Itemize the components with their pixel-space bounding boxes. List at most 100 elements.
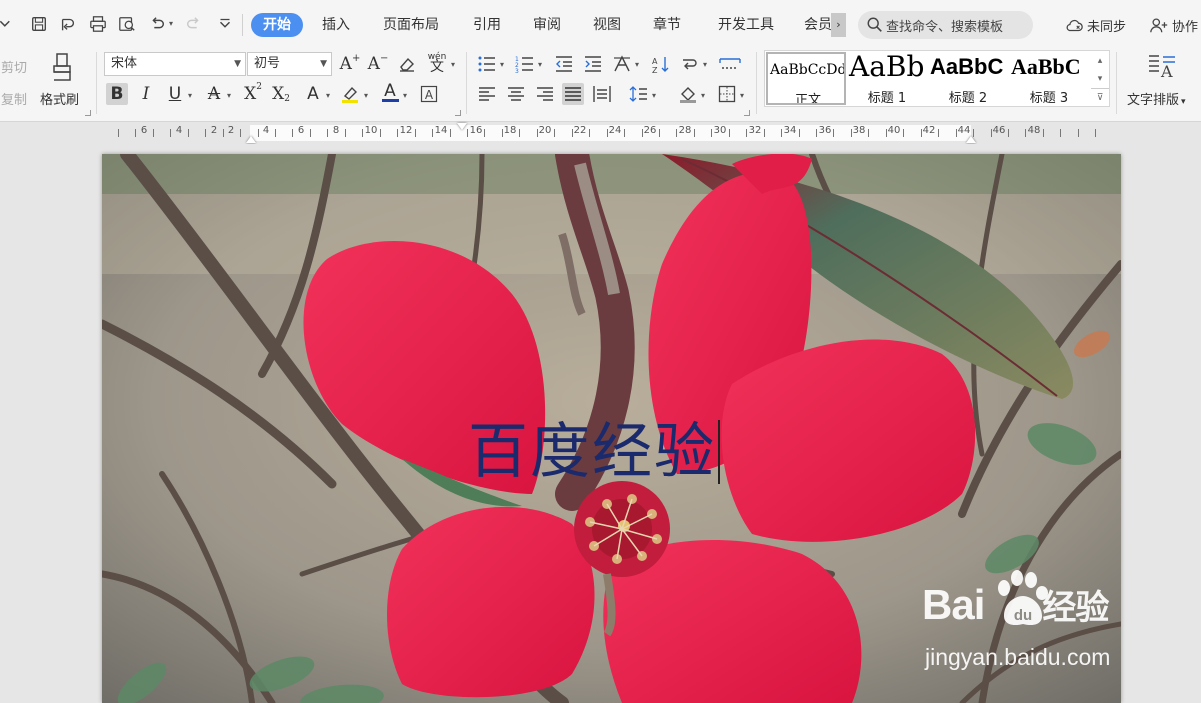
gallery-up-icon[interactable]: ▴: [1091, 52, 1109, 70]
gallery-down-icon[interactable]: ▾: [1091, 70, 1109, 88]
document-page[interactable]: 百度经验 du Bai 经验 jingyan.baidu.com: [102, 154, 1121, 703]
more-tabs-arrow-icon[interactable]: ›: [831, 13, 846, 37]
text-layout-button[interactable]: 文字排版 ▾: [1127, 89, 1186, 108]
superscript-icon[interactable]: X2: [242, 82, 264, 105]
bold-icon[interactable]: B: [106, 83, 128, 105]
tab-home[interactable]: 开始: [251, 13, 303, 37]
chevron-down-icon[interactable]: ▾: [403, 91, 407, 100]
chevron-down-icon[interactable]: ▾: [740, 91, 744, 100]
style-heading-2[interactable]: AaBbC 标题 2: [928, 52, 1008, 105]
borders-icon[interactable]: [716, 83, 738, 105]
tab-review[interactable]: 审阅: [527, 13, 567, 37]
tab-view[interactable]: 视图: [587, 13, 627, 37]
grow-font-icon[interactable]: A +: [339, 53, 361, 75]
subscript-icon[interactable]: X2: [270, 83, 292, 105]
print-icon[interactable]: [87, 12, 109, 36]
ruler-tick: [921, 129, 922, 137]
font-dialog-launcher[interactable]: [455, 110, 461, 116]
align-right-icon[interactable]: [534, 83, 556, 105]
text-direction-icon[interactable]: [611, 53, 633, 75]
tab-insert[interactable]: 插入: [316, 13, 356, 37]
right-indent-marker[interactable]: [966, 136, 976, 143]
tab-references[interactable]: 引用: [467, 13, 507, 37]
tab-developer[interactable]: 开发工具: [711, 13, 781, 37]
customize-icon[interactable]: [214, 12, 236, 36]
align-center-icon[interactable]: [505, 83, 527, 105]
ruler-tick: [240, 129, 241, 137]
chevron-down-icon[interactable]: ▾: [451, 60, 455, 69]
style-preview: AaBbCcDd: [770, 62, 846, 78]
underline-icon[interactable]: U: [164, 83, 186, 105]
format-painter-icon[interactable]: [49, 52, 75, 82]
chevron-down-icon[interactable]: ▾: [364, 91, 368, 100]
font-color-icon[interactable]: A: [379, 81, 401, 103]
menu-arrow-icon[interactable]: [0, 12, 14, 36]
ruler-tick: [833, 129, 834, 137]
font-size-select[interactable]: 初号 ▼: [247, 52, 332, 76]
chevron-down-icon[interactable]: ▾: [538, 60, 542, 69]
cut-button[interactable]: 剪切: [1, 57, 27, 76]
decrease-indent-icon[interactable]: [553, 53, 575, 75]
font-family-select[interactable]: 宋体 ▼: [104, 52, 246, 76]
chevron-down-icon[interactable]: ▾: [701, 91, 705, 100]
sync-status[interactable]: 未同步: [1064, 13, 1126, 37]
print-preview-icon[interactable]: [116, 12, 138, 36]
divider: [96, 52, 97, 114]
ruler-tick: [729, 129, 730, 137]
ruler-tick: [607, 129, 608, 137]
align-left-icon[interactable]: [476, 83, 498, 105]
format-painter-button[interactable]: 格式刷: [40, 89, 79, 108]
tab-page-layout[interactable]: 页面布局: [378, 13, 444, 37]
tab-member[interactable]: 会员: [804, 13, 832, 37]
shading-icon[interactable]: [677, 83, 699, 105]
chevron-down-icon[interactable]: ▾: [703, 60, 707, 69]
numbered-list-icon[interactable]: 123: [514, 53, 536, 75]
pinyin-guide-icon[interactable]: wén 文: [424, 51, 450, 74]
collab-button[interactable]: 协作: [1149, 13, 1198, 37]
highlight-icon[interactable]: [339, 83, 361, 105]
text-effect-icon[interactable]: A: [302, 83, 324, 105]
show-marks-icon[interactable]: [717, 53, 743, 75]
export-icon[interactable]: [57, 12, 79, 36]
char-border-icon[interactable]: A: [418, 83, 440, 105]
chevron-down-icon[interactable]: ▾: [326, 91, 330, 100]
clipboard-dialog-launcher[interactable]: [85, 110, 91, 116]
increase-indent-icon[interactable]: [582, 53, 604, 75]
left-indent-marker[interactable]: [246, 136, 256, 143]
tab-chapter[interactable]: 章节: [647, 13, 687, 37]
align-justify-icon[interactable]: [562, 83, 584, 105]
text-layout-icon[interactable]: A: [1147, 53, 1177, 81]
command-search[interactable]: 查找命令、搜索模板: [858, 11, 1033, 39]
style-heading-3[interactable]: AaBbC 标题 3: [1009, 52, 1089, 105]
chevron-down-icon[interactable]: ▾: [652, 91, 656, 100]
strikethrough-icon[interactable]: A: [203, 83, 225, 105]
undo-icon[interactable]: [146, 12, 168, 36]
ruler-tick: [851, 129, 852, 137]
chevron-down-icon[interactable]: ▾: [500, 60, 504, 69]
copy-button[interactable]: 复制: [1, 89, 27, 108]
document-area: 百度经验 du Bai 经验 jingyan.baidu.com: [0, 144, 1201, 703]
redo-icon[interactable]: [183, 12, 205, 36]
sort-icon[interactable]: AZ: [650, 53, 672, 75]
style-label: 标题 2: [948, 91, 988, 105]
save-icon[interactable]: [28, 12, 50, 36]
line-spacing-icon[interactable]: [628, 83, 650, 105]
undo-dropdown-icon[interactable]: ▾: [169, 19, 173, 28]
shrink-font-icon[interactable]: A −: [367, 53, 389, 75]
distribute-icon[interactable]: [591, 83, 613, 105]
clear-format-icon[interactable]: [396, 53, 418, 75]
horizontal-ruler[interactable]: 6 4 2 2 4 6 8 10 12 14 16 18 20 22 24 26 28 30 32 34 36 38 40 4…: [0, 122, 1201, 144]
line-break-icon[interactable]: [679, 53, 701, 75]
paragraph-dialog-launcher[interactable]: [744, 110, 750, 116]
style-normal[interactable]: AaBbCcDd 正文: [766, 52, 846, 105]
chevron-down-icon[interactable]: ▾: [188, 91, 192, 100]
first-line-indent-marker[interactable]: [457, 123, 467, 130]
style-heading-1[interactable]: AaBb 标题 1: [847, 52, 927, 105]
gallery-expand-icon[interactable]: ⊽: [1091, 88, 1109, 106]
chevron-down-icon[interactable]: ▾: [635, 60, 639, 69]
document-text[interactable]: 百度经验: [468, 416, 720, 488]
ruler-number: 48: [1027, 125, 1041, 136]
chevron-down-icon[interactable]: ▾: [227, 91, 231, 100]
italic-icon[interactable]: I: [135, 83, 157, 105]
bullet-list-icon[interactable]: [476, 53, 498, 75]
